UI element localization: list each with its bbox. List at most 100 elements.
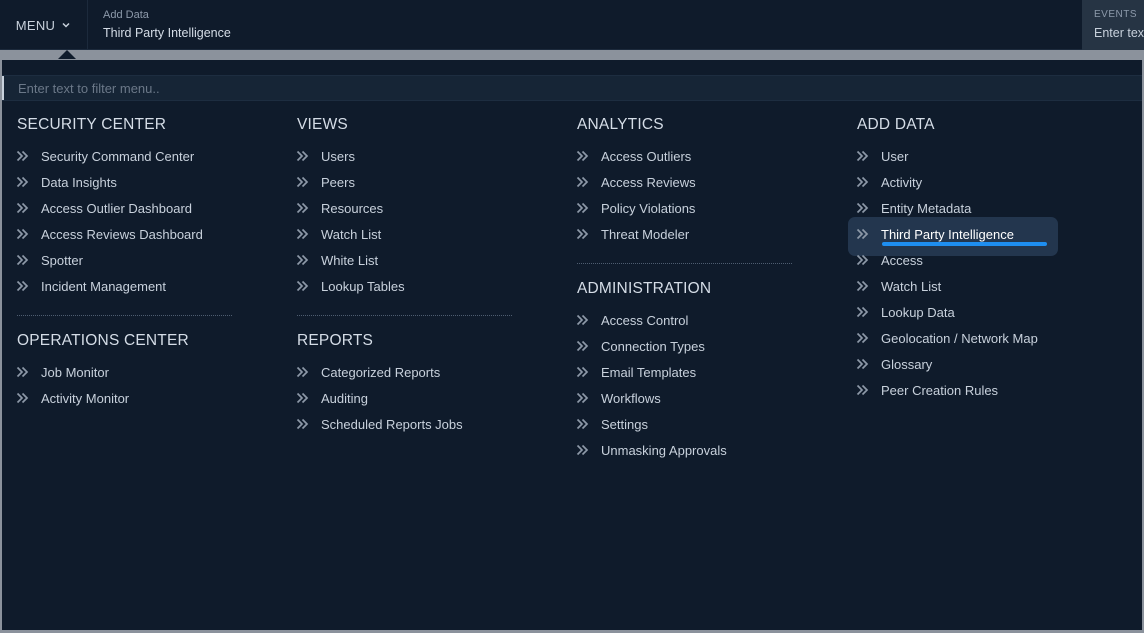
double-chevron-right-icon — [16, 176, 29, 188]
menu-item-label: Data Insights — [41, 174, 117, 190]
menu-item-lookup-data[interactable]: Lookup Data — [856, 299, 1087, 325]
menu-item-settings[interactable]: Settings — [576, 411, 807, 437]
double-chevron-right-icon — [16, 392, 29, 404]
double-chevron-right-icon — [856, 176, 869, 188]
menu-column-1: SECURITY CENTER Security Command Center D… — [16, 116, 247, 411]
menu-item-label: Resources — [321, 200, 384, 216]
menu-column-3: ANALYTICS Access Outliers Access Reviews P… — [576, 116, 807, 463]
double-chevron-right-icon — [576, 418, 589, 430]
menu-item-label: Email Templates — [601, 364, 697, 380]
breadcrumb-label: Add Data — [103, 9, 149, 21]
menu-item-label: Spotter — [41, 252, 83, 268]
menu-item-categorized-reports[interactable]: Categorized Reports — [296, 359, 527, 385]
double-chevron-right-icon — [576, 150, 589, 162]
menu-item-label: Geolocation / Network Map — [881, 330, 1038, 346]
double-chevron-right-icon — [16, 150, 29, 162]
menu-pointer-caret — [58, 50, 76, 59]
double-chevron-right-icon — [856, 202, 869, 214]
menu-item-connection-types[interactable]: Connection Types — [576, 333, 807, 359]
double-chevron-right-icon — [296, 366, 309, 378]
double-chevron-right-icon — [856, 358, 869, 370]
section-title-administration: ADMINISTRATION — [577, 280, 712, 297]
double-chevron-right-icon — [16, 280, 29, 292]
events-label: EVENTS — [1094, 9, 1138, 20]
menu-item-access-reviews[interactable]: Access Reviews — [576, 169, 807, 195]
menu-item-security-command-center[interactable]: Security Command Center — [16, 143, 247, 169]
breadcrumb: Add Data Third Party Intelligence — [103, 9, 231, 40]
section-list-security-center: Security Command Center Data Insights Acce… — [16, 143, 247, 299]
double-chevron-right-icon — [576, 392, 589, 404]
menu-item-label: Access Outliers — [601, 148, 692, 164]
section-title-analytics: ANALYTICS — [577, 116, 664, 133]
section-divider — [577, 263, 792, 264]
menu-item-activity-monitor[interactable]: Activity Monitor — [16, 385, 247, 411]
menu-item-label: Security Command Center — [41, 148, 195, 164]
menu-item-activity[interactable]: Activity — [856, 169, 1087, 195]
menu-item-white-list[interactable]: White List — [296, 247, 527, 273]
events-search-input[interactable] — [1094, 26, 1144, 40]
menu-item-access-outliers[interactable]: Access Outliers — [576, 143, 807, 169]
menu-item-data-insights[interactable]: Data Insights — [16, 169, 247, 195]
menu-item-label: Settings — [601, 416, 648, 432]
menu-item-lookup-tables[interactable]: Lookup Tables — [296, 273, 527, 299]
double-chevron-right-icon — [576, 176, 589, 188]
top-bar: MENU Add Data Third Party Intelligence E… — [0, 0, 1144, 50]
double-chevron-right-icon — [16, 366, 29, 378]
menu-button[interactable]: MENU — [0, 0, 88, 50]
menu-item-label: Watch List — [881, 278, 942, 294]
menu-item-access-control[interactable]: Access Control — [576, 307, 807, 333]
menu-column-4: ADD DATA User Activity Entity Metadata Thir… — [848, 116, 1087, 403]
menu-item-glossary[interactable]: Glossary — [856, 351, 1087, 377]
menu-item-job-monitor[interactable]: Job Monitor — [16, 359, 247, 385]
menu-item-label: Access Outlier Dashboard — [41, 200, 193, 216]
double-chevron-right-icon — [296, 228, 309, 240]
menu-item-scheduled-reports-jobs[interactable]: Scheduled Reports Jobs — [296, 411, 527, 437]
menu-item-spotter[interactable]: Spotter — [16, 247, 247, 273]
menu-item-users[interactable]: Users — [296, 143, 527, 169]
menu-item-access-reviews-dashboard[interactable]: Access Reviews Dashboard — [16, 221, 247, 247]
menu-item-label: Access Reviews Dashboard — [41, 226, 203, 242]
menu-item-label: Access — [881, 252, 923, 268]
menu-item-label: Peers — [321, 174, 355, 190]
double-chevron-right-icon — [856, 228, 869, 240]
modal-backdrop[interactable] — [0, 50, 1144, 60]
menu-item-access[interactable]: Access — [856, 247, 1087, 273]
menu-item-resources[interactable]: Resources — [296, 195, 527, 221]
double-chevron-right-icon — [16, 228, 29, 240]
menu-item-peer-creation-rules[interactable]: Peer Creation Rules — [856, 377, 1087, 403]
section-title-operations-center: OPERATIONS CENTER — [17, 332, 189, 349]
double-chevron-right-icon — [576, 228, 589, 240]
section-list-administration: Access Control Connection Types Email Temp… — [576, 307, 807, 463]
menu-filter-input[interactable] — [2, 76, 1142, 100]
menu-item-auditing[interactable]: Auditing — [296, 385, 527, 411]
events-search: EVENTS — [1082, 0, 1144, 50]
menu-item-label: Workflows — [601, 390, 661, 406]
menu-item-user[interactable]: User — [856, 143, 1087, 169]
menu-item-incident-management[interactable]: Incident Management — [16, 273, 247, 299]
menu-button-label: MENU — [15, 17, 56, 33]
double-chevron-right-icon — [576, 314, 589, 326]
menu-item-watch-list[interactable]: Watch List — [856, 273, 1087, 299]
menu-item-unmasking-approvals[interactable]: Unmasking Approvals — [576, 437, 807, 463]
menu-item-watch-list[interactable]: Watch List — [296, 221, 527, 247]
menu-item-geolocation-network-map[interactable]: Geolocation / Network Map — [856, 325, 1087, 351]
menu-item-label: Categorized Reports — [321, 364, 441, 380]
double-chevron-right-icon — [296, 392, 309, 404]
menu-item-third-party-intelligence[interactable]: Third Party Intelligence — [848, 217, 1087, 256]
menu-item-access-outlier-dashboard[interactable]: Access Outlier Dashboard — [16, 195, 247, 221]
menu-item-label: Lookup Tables — [321, 278, 405, 294]
menu-item-label: User — [881, 148, 909, 164]
menu-item-workflows[interactable]: Workflows — [576, 385, 807, 411]
section-title-reports: REPORTS — [297, 332, 374, 349]
menu-item-policy-violations[interactable]: Policy Violations — [576, 195, 807, 221]
navigation-menu-panel: SECURITY CENTER Security Command Center D… — [2, 60, 1142, 630]
menu-item-label: Third Party Intelligence — [881, 226, 1014, 242]
double-chevron-right-icon — [296, 418, 309, 430]
section-list-reports: Categorized Reports Auditing Scheduled Rep… — [296, 359, 527, 437]
menu-item-label: Scheduled Reports Jobs — [321, 416, 463, 432]
menu-item-email-templates[interactable]: Email Templates — [576, 359, 807, 385]
breadcrumb-current-page: Third Party Intelligence — [103, 26, 231, 40]
menu-item-threat-modeler[interactable]: Threat Modeler — [576, 221, 807, 247]
menu-item-label: Access Control — [601, 312, 689, 328]
menu-item-peers[interactable]: Peers — [296, 169, 527, 195]
